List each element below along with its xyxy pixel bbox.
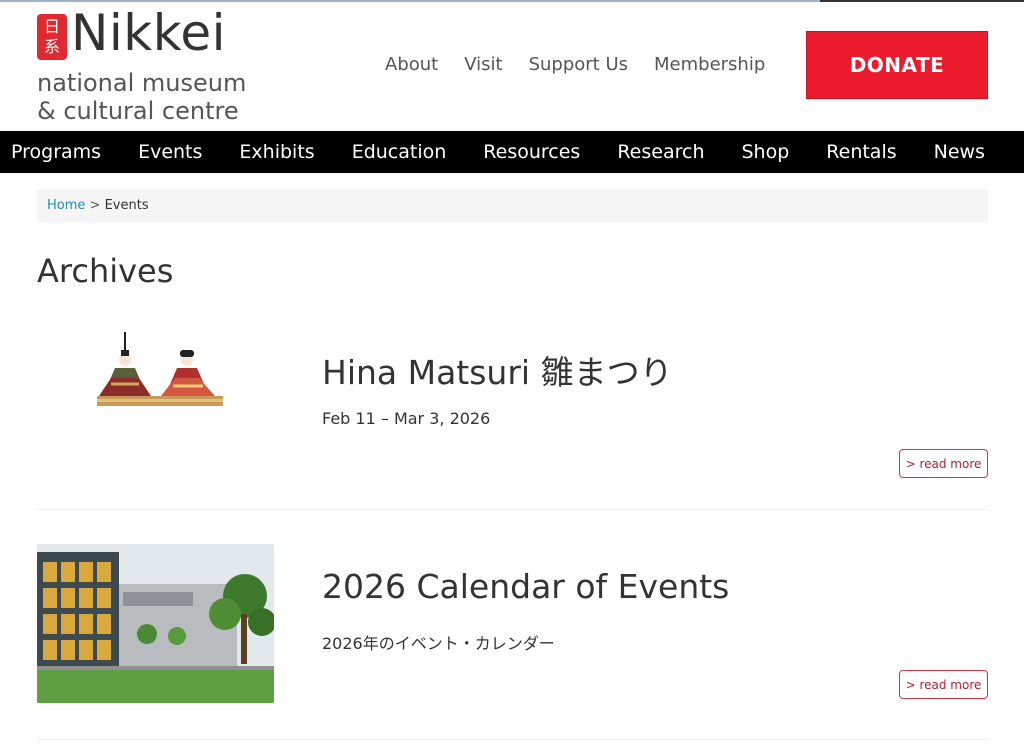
main-nav-news[interactable]: News xyxy=(934,141,985,163)
event-title[interactable]: 2026 Calendar of Events xyxy=(322,567,729,606)
site-header: 日 系 Nikkei national museum & cultural ce… xyxy=(0,2,1024,131)
main-nav-resources[interactable]: Resources xyxy=(483,141,580,163)
event-subtitle: 2026年のイベント・カレンダー xyxy=(322,634,555,653)
site-logo[interactable]: 日 系 Nikkei national museum & cultural ce… xyxy=(37,4,257,126)
main-nav-rentals[interactable]: Rentals xyxy=(826,141,896,163)
logo-subtitle-line2: & cultural centre xyxy=(37,97,239,125)
breadcrumb-home-link[interactable]: Home xyxy=(47,198,85,213)
event-title[interactable]: Hina Matsuri 雛まつり xyxy=(322,346,673,394)
breadcrumb-separator: > xyxy=(89,198,101,213)
main-nav-programs[interactable]: Programs xyxy=(11,141,101,163)
utility-nav: About Visit Support Us Membership xyxy=(385,54,791,75)
page-title: Archives xyxy=(37,252,174,290)
logo-wordmark: Nikkei xyxy=(71,4,227,62)
util-nav-about[interactable]: About xyxy=(385,54,438,75)
util-nav-membership[interactable]: Membership xyxy=(654,54,765,75)
event-item: Hina Matsuri 雛まつり Feb 11 – Mar 3, 2026 >… xyxy=(37,322,988,510)
breadcrumb: Home > Events xyxy=(37,189,988,222)
logo-subtitle-line1: national museum xyxy=(37,69,247,97)
logo-seal-icon: 日 系 xyxy=(37,14,67,60)
read-more-button[interactable]: > read more xyxy=(899,670,988,699)
util-nav-visit[interactable]: Visit xyxy=(464,54,502,75)
main-nav-education[interactable]: Education xyxy=(352,141,447,163)
main-nav-shop[interactable]: Shop xyxy=(741,141,789,163)
main-nav-events[interactable]: Events xyxy=(138,141,202,163)
event-item: 2026 Calendar of Events 2026年のイベント・カレンダー… xyxy=(37,540,988,740)
event-date: Feb 11 – Mar 3, 2026 xyxy=(322,409,491,428)
main-nav: Programs Events Exhibits Education Resou… xyxy=(0,131,1024,173)
main-nav-exhibits[interactable]: Exhibits xyxy=(239,141,314,163)
main-nav-research[interactable]: Research xyxy=(617,141,704,163)
donate-button[interactable]: DONATE xyxy=(806,31,988,99)
hina-dolls-image[interactable] xyxy=(81,326,229,414)
museum-building-image[interactable] xyxy=(37,544,274,703)
breadcrumb-current: Events xyxy=(104,198,149,213)
read-more-button[interactable]: > read more xyxy=(899,449,988,478)
util-nav-support-us[interactable]: Support Us xyxy=(529,54,628,75)
